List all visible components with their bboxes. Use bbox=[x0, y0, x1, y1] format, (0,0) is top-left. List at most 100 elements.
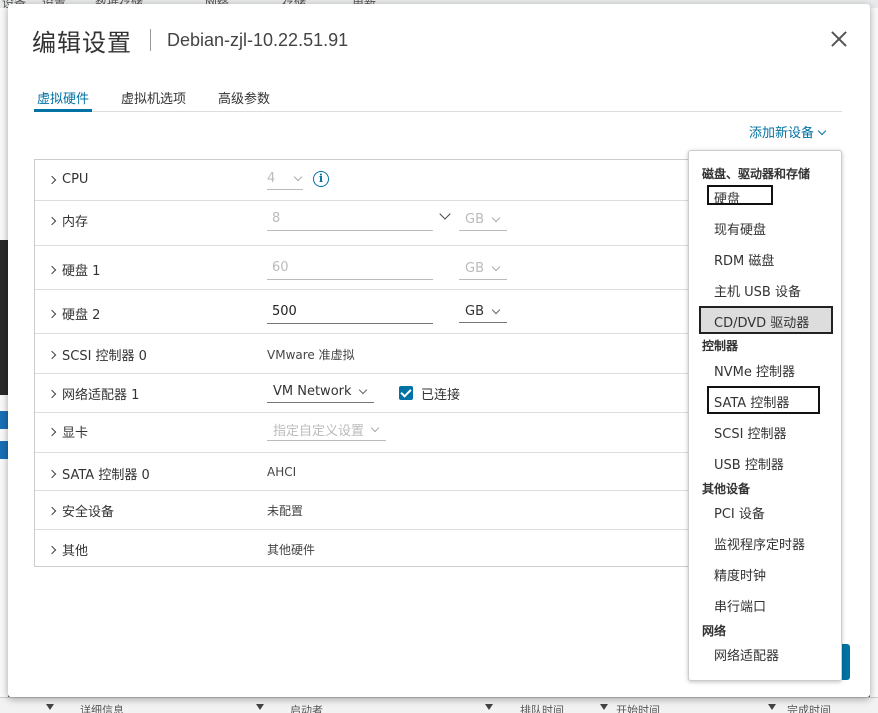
row-label: CPU bbox=[62, 172, 89, 187]
menu-group-header: 磁盘、驱动器和存储 bbox=[702, 167, 811, 181]
memory-unit-select[interactable]: GB bbox=[459, 209, 507, 231]
row-label: 其他 bbox=[62, 544, 89, 559]
tab-vm-options[interactable]: 虚拟机选项 bbox=[118, 82, 189, 112]
filter-icon bbox=[768, 704, 776, 710]
connected-label: 已连接 bbox=[421, 388, 461, 403]
menu-group-header: 其他设备 bbox=[702, 482, 751, 496]
chevron-down-icon bbox=[370, 423, 380, 433]
filter-icon bbox=[600, 704, 608, 710]
expand-video-card[interactable]: 显卡 bbox=[47, 422, 89, 441]
expand-other[interactable]: 其他 bbox=[47, 540, 89, 559]
menu-item-existing-hard-disk[interactable]: 现有硬盘 bbox=[714, 219, 766, 238]
row-network-adapter-1: 网络适配器 1 VM Network 已连接 bbox=[35, 374, 690, 413]
bg-col: 启动者 bbox=[290, 704, 323, 713]
chevron-right-icon bbox=[47, 469, 57, 478]
disk1-size-input[interactable]: 60 bbox=[267, 256, 433, 280]
bg-col: 完成时间 bbox=[787, 704, 831, 713]
menu-item-network-adapter[interactable]: 网络适配器 bbox=[714, 645, 779, 664]
row-label: 安全设备 bbox=[62, 505, 115, 520]
menu-item-watchdog-timer[interactable]: 监视程序定时器 bbox=[714, 534, 805, 553]
row-other: 其他 其他硬件 bbox=[35, 530, 690, 568]
chevron-right-icon bbox=[47, 389, 57, 398]
chevron-right-icon bbox=[47, 350, 57, 359]
menu-item-host-usb-device[interactable]: 主机 USB 设备 bbox=[714, 281, 801, 300]
row-scsi-controller-0: SCSI 控制器 0 VMware 准虚拟 bbox=[35, 334, 690, 374]
disk1-unit-select[interactable]: GB bbox=[459, 258, 507, 280]
sata-type: AHCI bbox=[267, 465, 297, 479]
chevron-right-icon bbox=[47, 265, 57, 274]
video-card-select[interactable]: 指定自定义设置 bbox=[267, 419, 386, 441]
row-label: SATA 控制器 0 bbox=[62, 468, 150, 483]
chevron-right-icon bbox=[47, 427, 57, 436]
scsi-type: VMware 准虚拟 bbox=[267, 348, 355, 362]
chevron-right-icon bbox=[47, 175, 57, 184]
highlight-box bbox=[707, 185, 773, 205]
select-value: VM Network bbox=[273, 384, 352, 399]
other-value: 其他硬件 bbox=[267, 543, 316, 557]
menu-item-pci-device[interactable]: PCI 设备 bbox=[714, 503, 765, 522]
cpu-select[interactable]: 4 bbox=[267, 168, 303, 190]
menu-group-header: 控制器 bbox=[702, 339, 739, 353]
row-sata-controller-0: SATA 控制器 0 AHCI bbox=[35, 453, 690, 491]
bg-col: 详细信息 bbox=[80, 704, 124, 713]
dialog-header: 编辑设置 Debian-zjl-10.22.51.91 bbox=[32, 24, 348, 57]
add-new-device-button[interactable]: 添加新设备 bbox=[749, 122, 827, 141]
menu-item-rdm-disk[interactable]: RDM 磁盘 bbox=[714, 250, 774, 269]
connected-checkbox[interactable] bbox=[399, 386, 413, 400]
expand-hard-disk-2[interactable]: 硬盘 2 bbox=[47, 304, 100, 323]
menu-item-scsi-controller[interactable]: SCSI 控制器 bbox=[714, 423, 787, 442]
row-label: 内存 bbox=[62, 215, 89, 230]
expand-scsi-controller-0[interactable]: SCSI 控制器 0 bbox=[47, 345, 147, 364]
disk2-size-input[interactable]: 500 bbox=[267, 300, 433, 324]
row-hard-disk-1: 硬盘 1 60 GB bbox=[35, 246, 690, 290]
primary-button-edge[interactable] bbox=[842, 644, 850, 680]
bg-col: 排队时间 bbox=[520, 704, 564, 713]
chevron-down-icon bbox=[817, 126, 827, 136]
expand-sata-controller-0[interactable]: SATA 控制器 0 bbox=[47, 464, 150, 483]
menu-item-usb-controller[interactable]: USB 控制器 bbox=[714, 454, 784, 473]
chevron-down-icon bbox=[358, 385, 368, 395]
background-table-header: 详细信息 启动者 排队时间 开始时间 完成时间 bbox=[0, 697, 878, 713]
hardware-list: CPU 4 i 内存 8 GB 硬盘 1 60 GB 硬盘 2 500 GB S… bbox=[34, 159, 690, 568]
select-value: GB bbox=[465, 261, 484, 276]
header-divider bbox=[150, 29, 151, 51]
filter-icon bbox=[256, 704, 264, 710]
add-new-device-label: 添加新设备 bbox=[749, 126, 815, 141]
expand-hard-disk-1[interactable]: 硬盘 1 bbox=[47, 260, 100, 279]
dialog-title: 编辑设置 bbox=[32, 28, 132, 57]
expand-cpu[interactable]: CPU bbox=[47, 172, 89, 187]
chevron-down-icon bbox=[491, 213, 501, 223]
chevron-down-icon bbox=[491, 305, 501, 315]
close-icon[interactable] bbox=[830, 30, 848, 48]
tab-virtual-hardware[interactable]: 虚拟硬件 bbox=[34, 82, 93, 112]
bg-col: 开始时间 bbox=[616, 704, 660, 713]
security-status: 未配置 bbox=[267, 504, 304, 518]
row-label: SCSI 控制器 0 bbox=[62, 349, 147, 364]
disk2-unit-select[interactable]: GB bbox=[459, 301, 507, 323]
menu-item-nvme-controller[interactable]: NVMe 控制器 bbox=[714, 361, 795, 380]
chevron-right-icon bbox=[47, 216, 57, 225]
row-label: 显卡 bbox=[62, 426, 89, 441]
expand-network-adapter-1[interactable]: 网络适配器 1 bbox=[47, 384, 140, 403]
highlight-box bbox=[707, 386, 820, 414]
network-select[interactable]: VM Network bbox=[267, 381, 374, 403]
select-value: 4 bbox=[267, 171, 276, 186]
row-video-card: 显卡 指定自定义设置 bbox=[35, 413, 690, 453]
memory-input[interactable]: 8 bbox=[267, 207, 433, 231]
tab-advanced-parameters[interactable]: 高级参数 bbox=[215, 82, 273, 112]
row-cpu: CPU 4 i bbox=[35, 160, 690, 201]
edit-settings-dialog: 编辑设置 Debian-zjl-10.22.51.91 虚拟硬件 虚拟机选项 高… bbox=[8, 4, 870, 697]
info-icon[interactable]: i bbox=[313, 171, 329, 187]
menu-item-precision-clock[interactable]: 精度时钟 bbox=[714, 565, 766, 584]
expand-memory[interactable]: 内存 bbox=[47, 211, 89, 230]
row-security-device: 安全设备 未配置 bbox=[35, 491, 690, 530]
row-memory: 内存 8 GB bbox=[35, 201, 690, 246]
menu-item-cd-dvd-drive[interactable]: CD/DVD 驱动器 bbox=[699, 306, 833, 334]
chevron-down-icon bbox=[293, 172, 303, 182]
row-label: 网络适配器 1 bbox=[62, 388, 140, 403]
chevron-right-icon bbox=[47, 506, 57, 515]
background-left bbox=[0, 8, 8, 697]
expand-security-device[interactable]: 安全设备 bbox=[47, 501, 115, 520]
chevron-down-icon[interactable] bbox=[439, 208, 451, 220]
menu-item-serial-port[interactable]: 串行端口 bbox=[714, 596, 766, 615]
